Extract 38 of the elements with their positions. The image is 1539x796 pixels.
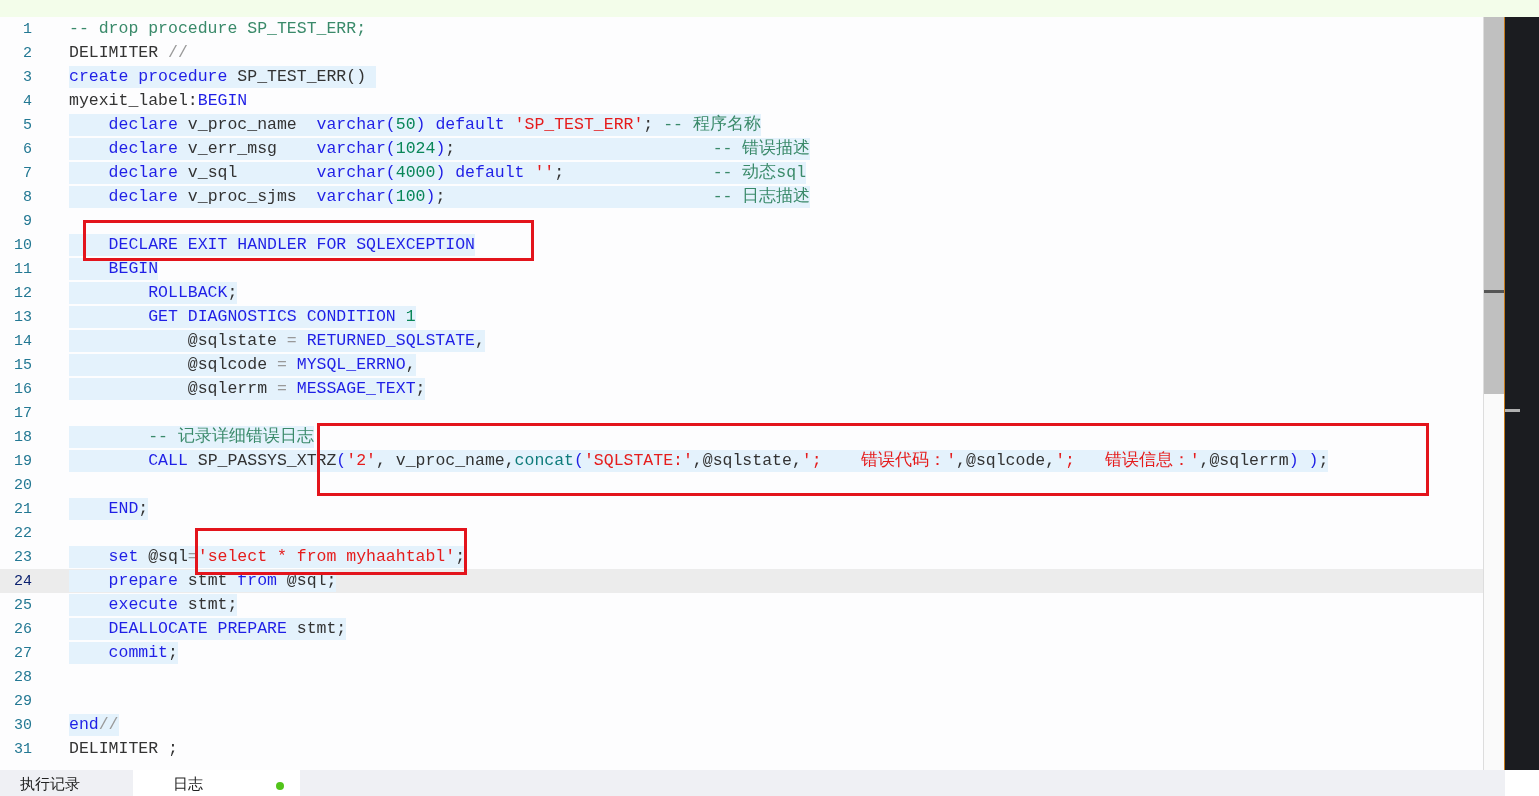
- line-number: 20: [13, 476, 32, 494]
- line-number: 23: [13, 548, 32, 566]
- code-line: DELIMITER //: [69, 42, 188, 64]
- scrollbar-thumb[interactable]: [1484, 17, 1504, 394]
- line-number: 13: [13, 308, 32, 326]
- line-number: 10: [13, 236, 32, 254]
- line-number: 22: [13, 524, 32, 542]
- line-number: 26: [13, 620, 32, 638]
- line-number: 14: [13, 332, 32, 350]
- line-number: 18: [13, 428, 32, 446]
- line-number: 4: [22, 92, 32, 110]
- line-number: 6: [22, 140, 32, 158]
- line-number: 11: [13, 260, 32, 278]
- line-number: 15: [13, 356, 32, 374]
- line-number: 5: [22, 116, 32, 134]
- code-line: -- drop procedure SP_TEST_ERR;: [69, 18, 367, 40]
- tab[interactable]: 日志: [133, 770, 300, 796]
- line-number: 1: [22, 20, 32, 38]
- tab[interactable]: 执行记录: [0, 770, 133, 796]
- line-number: 21: [13, 500, 32, 518]
- line-number: 3: [22, 68, 32, 86]
- line-number: 12: [13, 284, 32, 302]
- line-number: 16: [13, 380, 32, 398]
- code-line: DELIMITER ;: [69, 738, 178, 760]
- line-number: 8: [22, 188, 32, 206]
- line-number: 17: [13, 404, 32, 422]
- line-number: 30: [13, 716, 32, 734]
- line-number: 25: [13, 596, 32, 614]
- line-number: 28: [13, 668, 32, 686]
- line-number: 24: [13, 572, 32, 590]
- line-number: 27: [13, 644, 32, 662]
- line-number: 29: [13, 692, 32, 710]
- line-number: 9: [22, 212, 32, 230]
- line-number: 7: [22, 164, 32, 182]
- line-number: 31: [13, 740, 32, 758]
- line-number: 19: [13, 452, 32, 470]
- code-line: myexit_label:BEGIN: [69, 90, 248, 112]
- line-number: 2: [22, 44, 32, 62]
